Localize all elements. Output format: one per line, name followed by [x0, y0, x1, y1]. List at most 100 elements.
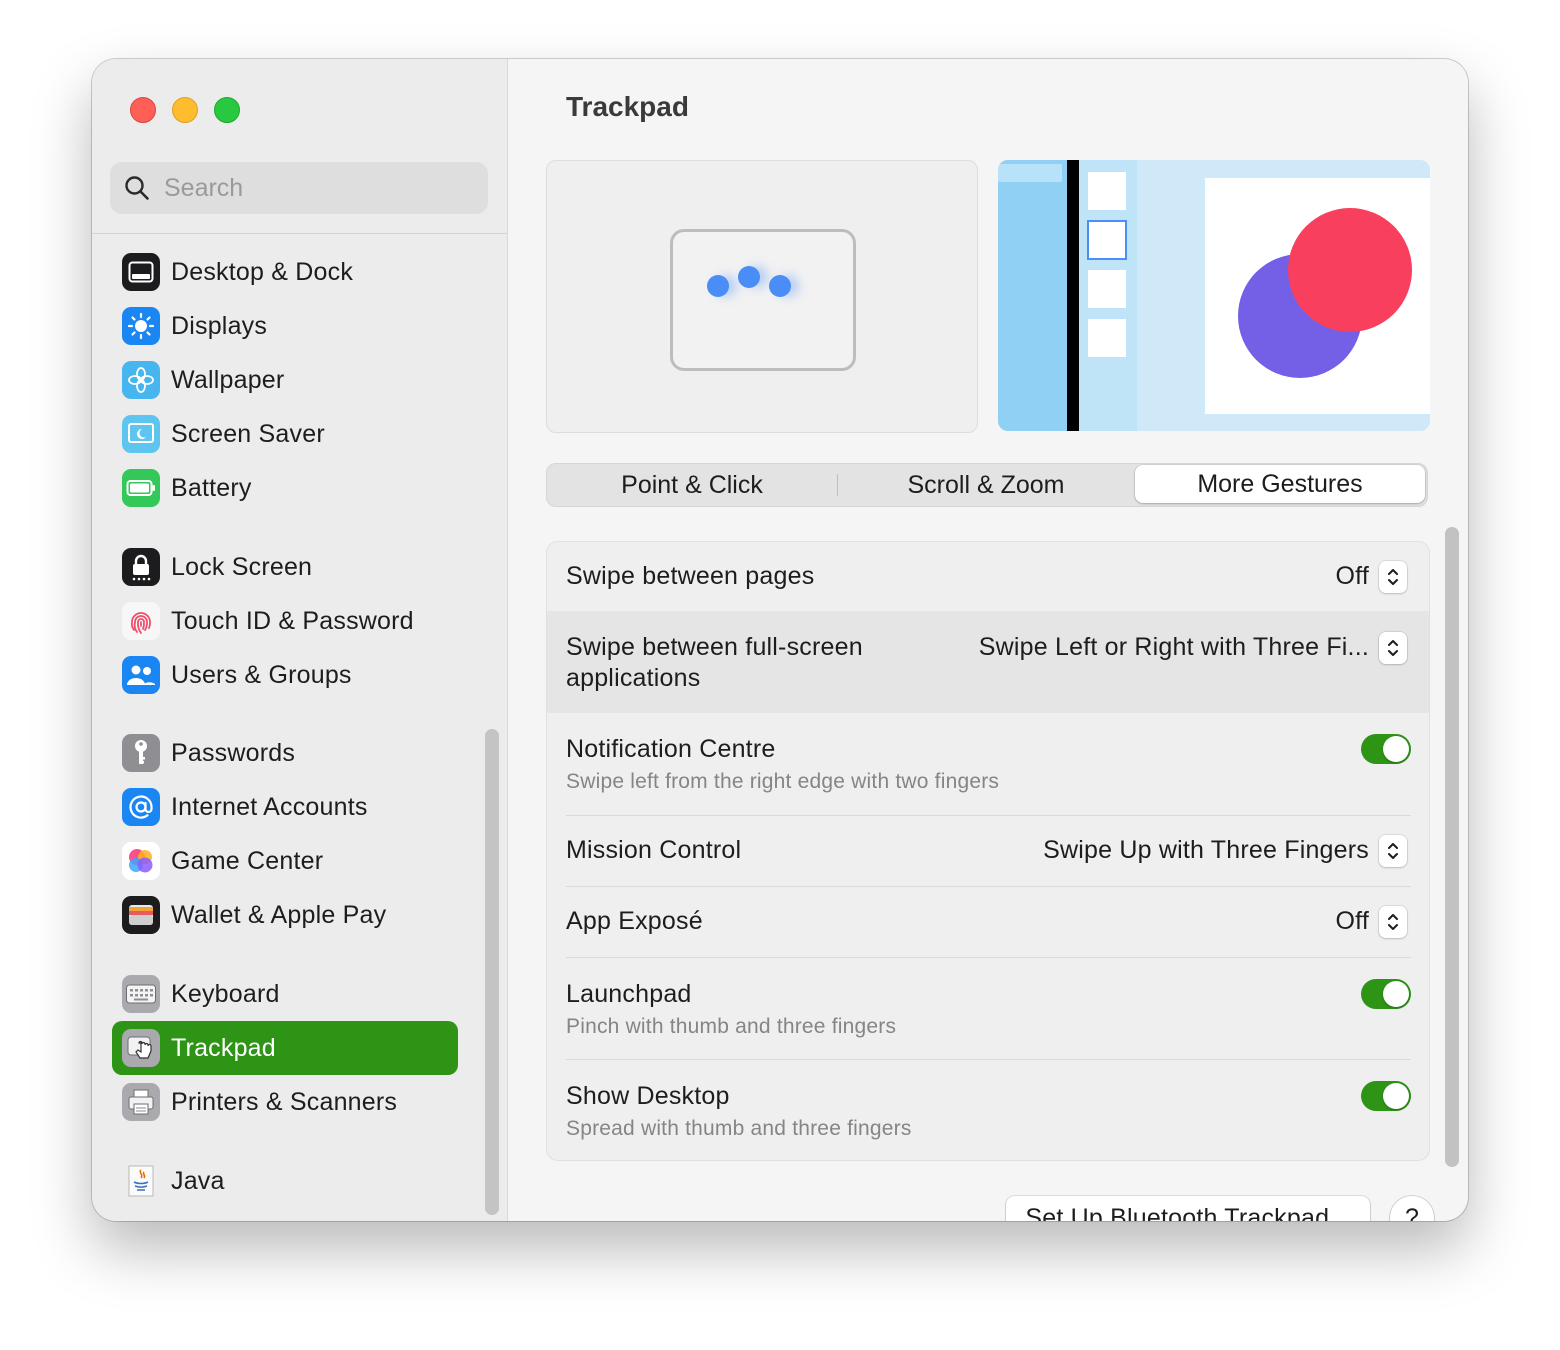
flower-icon	[122, 361, 160, 399]
setting-description: Pinch with thumb and three fingers	[566, 1015, 897, 1038]
popup-stepper[interactable]	[1379, 561, 1407, 593]
launchpad-toggle[interactable]	[1361, 979, 1411, 1009]
finger-dot	[769, 275, 791, 297]
sidebar-item-label: Printers & Scanners	[171, 1087, 398, 1116]
sidebar-item-label: Users & Groups	[171, 660, 352, 689]
trackpad-icon	[122, 1029, 160, 1067]
zoom-button[interactable]	[214, 97, 240, 123]
keyboard-icon	[122, 975, 160, 1013]
sidebar-item-displays[interactable]: Displays	[112, 299, 458, 353]
setting-description: Spread with thumb and three fingers	[566, 1117, 912, 1140]
sidebar-item-label: Trackpad	[171, 1033, 276, 1062]
sidebar-item-wallpaper[interactable]: Wallpaper	[112, 353, 458, 407]
sidebar-item-label: Touch ID & Password	[171, 606, 414, 635]
sidebar-item-label: Game Center	[171, 846, 324, 875]
sidebar-item-battery[interactable]: Battery	[112, 461, 458, 515]
popup-stepper[interactable]	[1379, 632, 1407, 664]
gesture-preview	[546, 160, 978, 433]
battery-icon	[122, 469, 160, 507]
search-input[interactable]: Search	[164, 174, 243, 203]
setting-label-line2: applications	[566, 664, 701, 692]
sidebar-item-label: Battery	[171, 473, 252, 502]
sidebar-item-trackpad[interactable]: Trackpad	[112, 1021, 458, 1075]
lock-icon	[122, 548, 160, 586]
game-center-icon	[122, 842, 160, 880]
at-icon	[122, 788, 160, 826]
sidebar-item-label: Desktop & Dock	[171, 257, 354, 286]
setting-label: Notification Centre	[566, 735, 776, 763]
settings-panel: Swipe between pages Off Swipe between fu…	[546, 541, 1430, 1161]
help-button[interactable]: ?	[1390, 1196, 1434, 1221]
setting-label: Swipe between pages	[566, 562, 815, 590]
sidebar-item-passwords[interactable]: Passwords	[112, 726, 458, 780]
toggle-knob	[1383, 1083, 1409, 1109]
setting-description: Swipe left from the right edge with two …	[566, 770, 1000, 793]
sidebar-divider	[92, 233, 507, 234]
screensaver-icon	[122, 415, 160, 453]
trackpad-illustration	[670, 229, 856, 371]
users-icon	[122, 656, 160, 694]
sidebar-item-label: Lock Screen	[171, 552, 313, 581]
sidebar-item-game-center[interactable]: Game Center	[112, 834, 458, 888]
sidebar-scrollbar[interactable]	[485, 729, 499, 1215]
notification-centre-toggle[interactable]	[1361, 734, 1411, 764]
sidebar-item-screen-saver[interactable]: Screen Saver	[112, 407, 458, 461]
popup-stepper[interactable]	[1379, 906, 1407, 938]
chevron-updown-icon	[1388, 843, 1398, 859]
tab-more-gestures[interactable]: More Gestures	[1135, 465, 1425, 503]
setting-launchpad: Launchpad Pinch with thumb and three fin…	[547, 958, 1429, 1059]
tab-point-click[interactable]: Point & Click	[547, 464, 837, 506]
setting-notification-centre: Notification Centre Swipe left from the …	[547, 713, 1429, 815]
setting-value[interactable]: Swipe Up with Three Fingers	[1043, 836, 1369, 865]
toggle-knob	[1383, 981, 1409, 1007]
setting-value[interactable]: Swipe Left or Right with Three Fi...	[979, 633, 1369, 662]
tab-bar: Point & Click Scroll & Zoom More Gesture…	[546, 463, 1428, 507]
desktop-illustration	[998, 160, 1430, 431]
setting-show-desktop: Show Desktop Spread with thumb and three…	[547, 1060, 1429, 1160]
setting-swipe-fullscreen: Swipe between full-screen applications S…	[547, 611, 1429, 713]
sidebar-item-keyboard[interactable]: Keyboard	[112, 967, 458, 1021]
close-button[interactable]	[130, 97, 156, 123]
popup-stepper[interactable]	[1379, 835, 1407, 867]
sidebar-item-users-groups[interactable]: Users & Groups	[112, 648, 458, 702]
sidebar-item-label: Screen Saver	[171, 419, 325, 448]
setting-label: Show Desktop	[566, 1082, 730, 1110]
sidebar-item-internet-accounts[interactable]: Internet Accounts	[112, 780, 458, 834]
sidebar-item-lock-screen[interactable]: Lock Screen	[112, 540, 458, 594]
sidebar-item-label: Keyboard	[171, 979, 280, 1008]
page-title: Trackpad	[566, 91, 689, 122]
fingerprint-icon	[122, 602, 160, 640]
setup-bluetooth-trackpad-button[interactable]: Set Up Bluetooth Trackpad...	[1006, 1196, 1370, 1221]
minimize-button[interactable]	[172, 97, 198, 123]
setting-label: App Exposé	[566, 907, 703, 935]
finger-dot	[738, 266, 760, 288]
sidebar-item-wallet[interactable]: Wallet & Apple Pay	[112, 888, 458, 942]
chevron-updown-icon	[1388, 914, 1398, 930]
sidebar-item-label: Internet Accounts	[171, 792, 368, 821]
setting-value[interactable]: Off	[1336, 562, 1370, 591]
toggle-knob	[1383, 736, 1409, 762]
printer-icon	[122, 1083, 160, 1121]
search-field[interactable]: Search	[110, 162, 488, 214]
sidebar-item-label: Passwords	[171, 738, 296, 767]
sidebar-item-label: Wallpaper	[171, 365, 285, 394]
tab-scroll-zoom[interactable]: Scroll & Zoom	[838, 464, 1134, 506]
settings-window: Search Desktop & Dock Displays Wallpaper…	[92, 59, 1468, 1221]
sidebar-item-label: Wallet & Apple Pay	[171, 900, 387, 929]
main-content: Trackpad Point & Click Scroll & Zoom Mor…	[508, 59, 1468, 1221]
dock-icon	[122, 253, 160, 291]
sidebar: Search Desktop & Dock Displays Wallpaper…	[92, 59, 508, 1221]
sidebar-item-desktop-dock[interactable]: Desktop & Dock	[112, 245, 458, 299]
sidebar-item-touch-id[interactable]: Touch ID & Password	[112, 594, 458, 648]
sidebar-item-printers[interactable]: Printers & Scanners	[112, 1075, 458, 1129]
chevron-updown-icon	[1388, 569, 1398, 585]
key-icon	[122, 734, 160, 772]
sidebar-item-label: Displays	[171, 311, 268, 340]
sun-icon	[122, 307, 160, 345]
setting-swipe-pages: Swipe between pages Off	[547, 542, 1429, 611]
finger-dot	[707, 275, 729, 297]
show-desktop-toggle[interactable]	[1361, 1081, 1411, 1111]
content-scrollbar[interactable]	[1445, 527, 1459, 1167]
sidebar-item-java[interactable]: Java	[112, 1154, 458, 1208]
setting-value[interactable]: Off	[1336, 907, 1370, 936]
